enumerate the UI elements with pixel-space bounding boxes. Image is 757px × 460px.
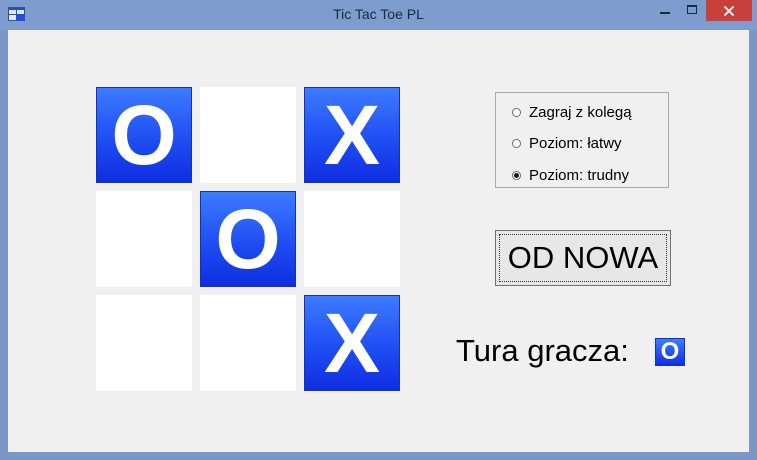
reset-button[interactable]: OD NOWA [495, 230, 671, 286]
current-player-badge: O [655, 338, 685, 366]
board-cell-9[interactable]: X [304, 295, 400, 391]
window-title: Tic Tac Toe PL [333, 6, 424, 22]
maximize-icon [686, 5, 697, 14]
radio-button[interactable] [512, 170, 521, 180]
board-cell-3[interactable]: X [304, 87, 400, 183]
mode-option-label: Poziom: trudny [529, 166, 630, 184]
board-cell-2[interactable] [200, 87, 296, 183]
mode-option-hard[interactable]: Poziom: trudny [512, 165, 629, 185]
game-mode-group: Zagraj z kolegą Poziom: łatwy Poziom: tr… [495, 92, 669, 188]
board-cell-7[interactable] [96, 295, 192, 391]
game-panel: O X O X Zagraj z kolegą Poziom: łatwy Po… [8, 30, 749, 452]
mode-option-label: Poziom: łatwy [529, 134, 622, 152]
cell-mark: O [215, 192, 281, 286]
cell-mark: X [323, 88, 381, 182]
radio-button[interactable] [512, 138, 521, 148]
board-cell-5[interactable]: O [200, 191, 296, 287]
minimize-button[interactable] [651, 0, 678, 20]
board-cell-1[interactable]: O [96, 87, 192, 183]
mode-option-friend[interactable]: Zagraj z kolegą [512, 102, 632, 122]
radio-button[interactable] [512, 107, 521, 117]
title-bar[interactable]: Tic Tac Toe PL [0, 0, 757, 30]
cell-mark: X [323, 296, 381, 390]
cell-mark: O [111, 88, 177, 182]
mode-option-easy[interactable]: Poziom: łatwy [512, 133, 622, 153]
close-button[interactable] [706, 0, 752, 21]
board-cell-4[interactable] [96, 191, 192, 287]
board-cell-6[interactable] [304, 191, 400, 287]
maximize-button[interactable] [678, 0, 705, 20]
minimize-icon [659, 12, 670, 14]
close-icon [724, 5, 734, 16]
app-window: Tic Tac Toe PL O X O X Zagraj z kolegą P… [0, 0, 757, 460]
board-cell-8[interactable] [200, 295, 296, 391]
mode-option-label: Zagraj z kolegą [529, 103, 632, 121]
turn-label: Tura gracza: [456, 333, 629, 368]
